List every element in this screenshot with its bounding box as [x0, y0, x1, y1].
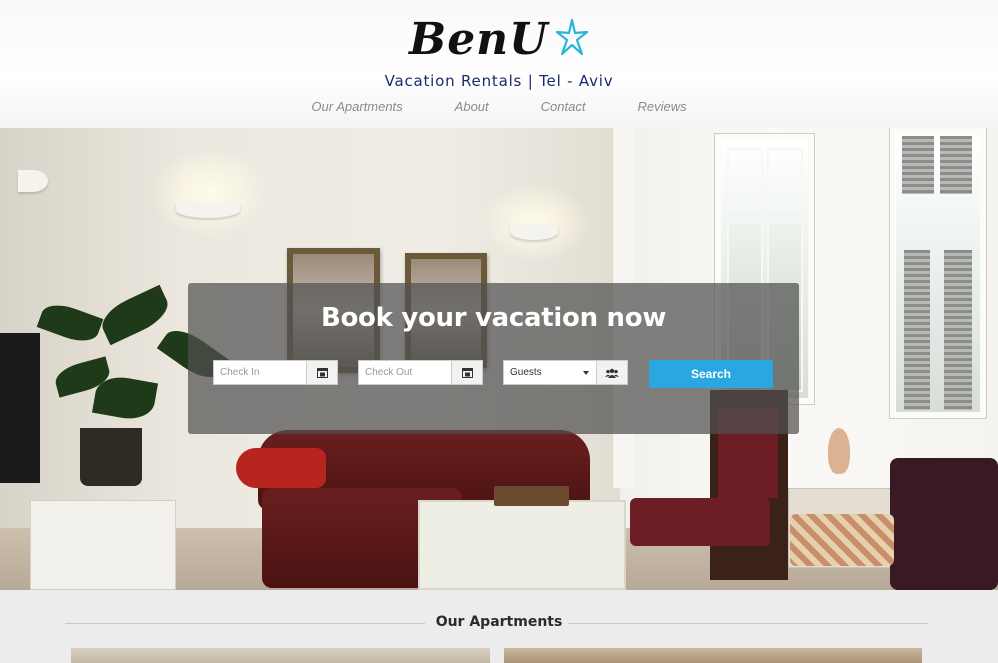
apartment-card[interactable]: [504, 648, 922, 663]
television: [0, 333, 40, 483]
red-throw: [236, 448, 326, 488]
nav-reviews[interactable]: Reviews: [611, 99, 712, 114]
site-header: BenU Vacation Rentals | Tel - Aviv Our A…: [0, 0, 998, 128]
trunk-table: [418, 500, 626, 590]
cabinet: [30, 500, 176, 590]
guests-select[interactable]: Guests: [503, 360, 628, 385]
nav-contact[interactable]: Contact: [515, 99, 612, 114]
apartment-card[interactable]: [71, 648, 490, 663]
check-out-field[interactable]: Check Out: [358, 360, 483, 385]
check-in-field[interactable]: Check In: [213, 360, 338, 385]
booking-title: Book your vacation now: [320, 303, 667, 333]
armchair: [890, 458, 998, 590]
plant-pot: [80, 428, 142, 486]
main-nav: Our Apartments About Contact Reviews: [0, 99, 998, 114]
booking-form: Book your vacation now Check In Check Ou…: [188, 283, 799, 434]
logo[interactable]: BenU: [0, 14, 998, 66]
check-in-input[interactable]: Check In: [214, 361, 306, 384]
divider: [568, 623, 928, 624]
logo-wordmark: BenU: [409, 14, 549, 65]
section-title: Our Apartments: [435, 614, 563, 630]
apartments-section: Our Apartments: [0, 590, 998, 663]
wall-lamp: [510, 224, 558, 240]
nav-our-apartments[interactable]: Our Apartments: [285, 99, 428, 114]
check-out-input[interactable]: Check Out: [359, 361, 451, 384]
window: [890, 128, 986, 418]
chevron-down-icon: [583, 371, 589, 375]
starfish-icon: [555, 18, 589, 63]
search-button[interactable]: Search: [649, 360, 773, 388]
book: [494, 486, 569, 506]
nav-about[interactable]: About: [429, 99, 515, 114]
wall-lamp: [176, 202, 240, 218]
calendar-icon[interactable]: [451, 361, 482, 384]
calendar-icon[interactable]: [306, 361, 337, 384]
users-icon: [596, 361, 627, 384]
tagline: Vacation Rentals | Tel - Aviv: [384, 72, 614, 90]
bust-sculpture: [828, 428, 850, 474]
